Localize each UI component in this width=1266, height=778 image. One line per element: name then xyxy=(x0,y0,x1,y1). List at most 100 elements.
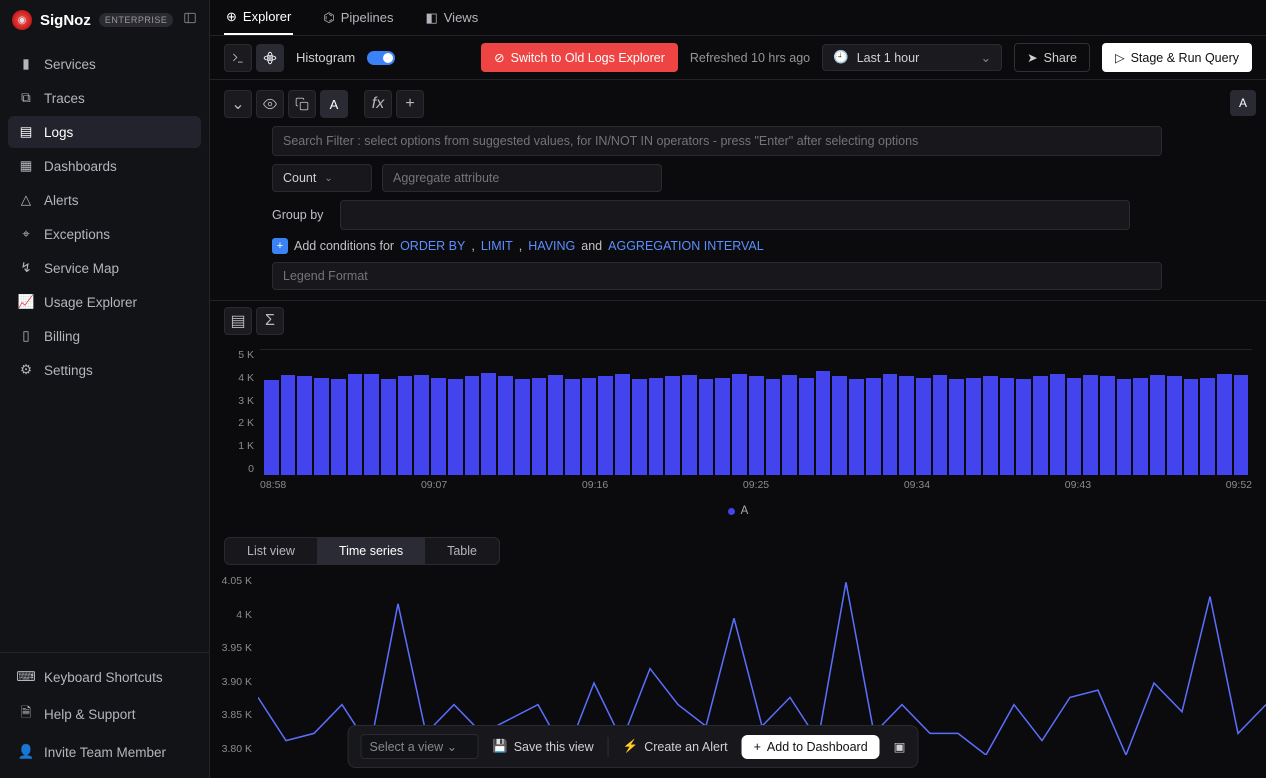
histogram-bar[interactable] xyxy=(364,374,379,475)
list-view-button[interactable]: List view xyxy=(225,538,317,564)
histogram-bar[interactable] xyxy=(1016,379,1031,475)
sidebar-item-logs[interactable]: ▤Logs xyxy=(8,116,201,148)
histogram-bar[interactable] xyxy=(682,375,697,475)
histogram-bar[interactable] xyxy=(1100,376,1115,475)
histogram-bar[interactable] xyxy=(348,374,363,475)
group-by-input[interactable] xyxy=(340,200,1130,230)
tab-views[interactable]: ◧Views xyxy=(423,0,480,35)
run-query-button[interactable]: ▷Stage & Run Query xyxy=(1102,43,1252,72)
histogram-bar[interactable] xyxy=(649,378,664,476)
sidebar-item-alerts[interactable]: △Alerts xyxy=(8,184,201,216)
histogram-bar[interactable] xyxy=(866,378,881,476)
histogram-bar[interactable] xyxy=(665,376,680,475)
sidebar-item-billing[interactable]: ▯Billing xyxy=(8,320,201,352)
histogram-bar[interactable] xyxy=(297,376,312,475)
tab-pipelines[interactable]: ⌬Pipelines xyxy=(321,0,395,35)
switch-old-explorer-button[interactable]: ⊘Switch to Old Logs Explorer xyxy=(481,43,678,72)
copy-query-button[interactable] xyxy=(288,90,316,118)
histogram-bar[interactable] xyxy=(782,375,797,475)
add-function-button[interactable]: + xyxy=(396,90,424,118)
histogram-bar[interactable] xyxy=(448,379,463,475)
aggregate-function-select[interactable]: Count⌄ xyxy=(272,164,372,192)
histogram-bar[interactable] xyxy=(766,379,781,475)
sidebar-item-services[interactable]: ▮Services xyxy=(8,48,201,80)
tab-explorer[interactable]: ⊕Explorer xyxy=(224,0,293,35)
histogram-bar[interactable] xyxy=(548,375,563,475)
histogram-bar[interactable] xyxy=(582,378,597,476)
histogram-bar[interactable] xyxy=(1033,376,1048,475)
histogram-bar[interactable] xyxy=(598,376,613,475)
histogram-bar[interactable] xyxy=(1217,374,1232,475)
histogram-bar[interactable] xyxy=(1117,379,1132,475)
histogram-bar[interactable] xyxy=(615,374,630,475)
order-by-link[interactable]: ORDER BY xyxy=(400,239,465,253)
histogram-bar[interactable] xyxy=(883,374,898,475)
sidebar-collapse-button[interactable] xyxy=(183,11,197,30)
add-to-dashboard-button[interactable]: +Add to Dashboard xyxy=(742,735,880,759)
collapse-query-button[interactable]: ⌄ xyxy=(224,90,252,118)
histogram-bar[interactable] xyxy=(983,376,998,475)
table-view-button[interactable]: Table xyxy=(425,538,499,564)
legend-format-input[interactable] xyxy=(272,262,1162,290)
histogram-bar[interactable] xyxy=(1184,379,1199,475)
time-series-button[interactable]: Time series xyxy=(317,538,425,564)
histogram-bar[interactable] xyxy=(799,378,814,476)
histogram-bar[interactable] xyxy=(1083,375,1098,475)
histogram-bar[interactable] xyxy=(949,379,964,475)
sidebar-item-invite-team[interactable]: 👤Invite Team Member xyxy=(8,736,201,768)
histogram-bar[interactable] xyxy=(398,376,413,475)
aggregation-interval-link[interactable]: AGGREGATION INTERVAL xyxy=(608,239,764,253)
sidebar-item-service-map[interactable]: ↯Service Map xyxy=(8,252,201,284)
histogram-bar[interactable] xyxy=(565,379,580,475)
histogram-bar[interactable] xyxy=(498,376,513,475)
share-button[interactable]: ➤Share xyxy=(1014,43,1090,72)
sidebar-item-traces[interactable]: ⧉Traces xyxy=(8,82,201,114)
limit-link[interactable]: LIMIT xyxy=(481,239,513,253)
histogram-bar[interactable] xyxy=(1150,375,1165,475)
histogram-bar[interactable] xyxy=(281,375,296,475)
histogram-bar[interactable] xyxy=(832,376,847,475)
visibility-button[interactable] xyxy=(256,90,284,118)
histogram-bar[interactable] xyxy=(381,379,396,475)
histogram-bar[interactable] xyxy=(515,379,530,475)
terminal-button[interactable] xyxy=(224,44,252,72)
histogram-bar[interactable] xyxy=(481,373,496,476)
histogram-bar[interactable] xyxy=(1133,378,1148,476)
view-select[interactable]: Select a view ⌄ xyxy=(361,734,479,759)
function-button[interactable]: fx xyxy=(364,90,392,118)
sidebar-item-help-support[interactable]: 🗎Help & Support xyxy=(8,695,201,734)
raw-view-button[interactable]: ▤ xyxy=(224,307,252,335)
histogram-bar[interactable] xyxy=(1234,375,1249,475)
histogram-bar[interactable] xyxy=(749,376,764,475)
expand-button[interactable]: ▣ xyxy=(894,739,906,754)
histogram-bar[interactable] xyxy=(849,379,864,475)
query-tag[interactable]: A xyxy=(320,90,348,118)
sidebar-item-dashboards[interactable]: ▦Dashboards xyxy=(8,150,201,182)
histogram-bar[interactable] xyxy=(966,378,981,476)
histogram-bar[interactable] xyxy=(1200,378,1215,476)
atom-button[interactable] xyxy=(256,44,284,72)
histogram-bar[interactable] xyxy=(314,378,329,476)
histogram-bar[interactable] xyxy=(1067,378,1082,476)
side-query-tag[interactable]: A xyxy=(1230,90,1256,116)
histogram-bar[interactable] xyxy=(264,380,279,475)
histogram-bar[interactable] xyxy=(331,379,346,475)
histogram-bar[interactable] xyxy=(465,376,480,475)
histogram-bar[interactable] xyxy=(1000,378,1015,476)
aggregate-attribute-input[interactable] xyxy=(382,164,662,192)
sidebar-item-settings[interactable]: ⚙Settings xyxy=(8,354,201,386)
histogram-bar[interactable] xyxy=(431,378,446,476)
histogram-bar[interactable] xyxy=(699,379,714,475)
histogram-bar[interactable] xyxy=(933,375,948,475)
add-condition-button[interactable]: + xyxy=(272,238,288,254)
histogram-toggle[interactable] xyxy=(367,51,395,65)
sidebar-item-usage-explorer[interactable]: 📈Usage Explorer xyxy=(8,286,201,318)
filter-input[interactable] xyxy=(272,126,1162,156)
sum-view-button[interactable]: Σ xyxy=(256,307,284,335)
time-range-select[interactable]: 🕘Last 1 hour⌄ xyxy=(822,44,1002,71)
having-link[interactable]: HAVING xyxy=(528,239,575,253)
histogram-bar[interactable] xyxy=(715,378,730,476)
histogram-bar[interactable] xyxy=(732,374,747,475)
histogram-bar[interactable] xyxy=(632,379,647,475)
histogram-bar[interactable] xyxy=(816,371,831,475)
